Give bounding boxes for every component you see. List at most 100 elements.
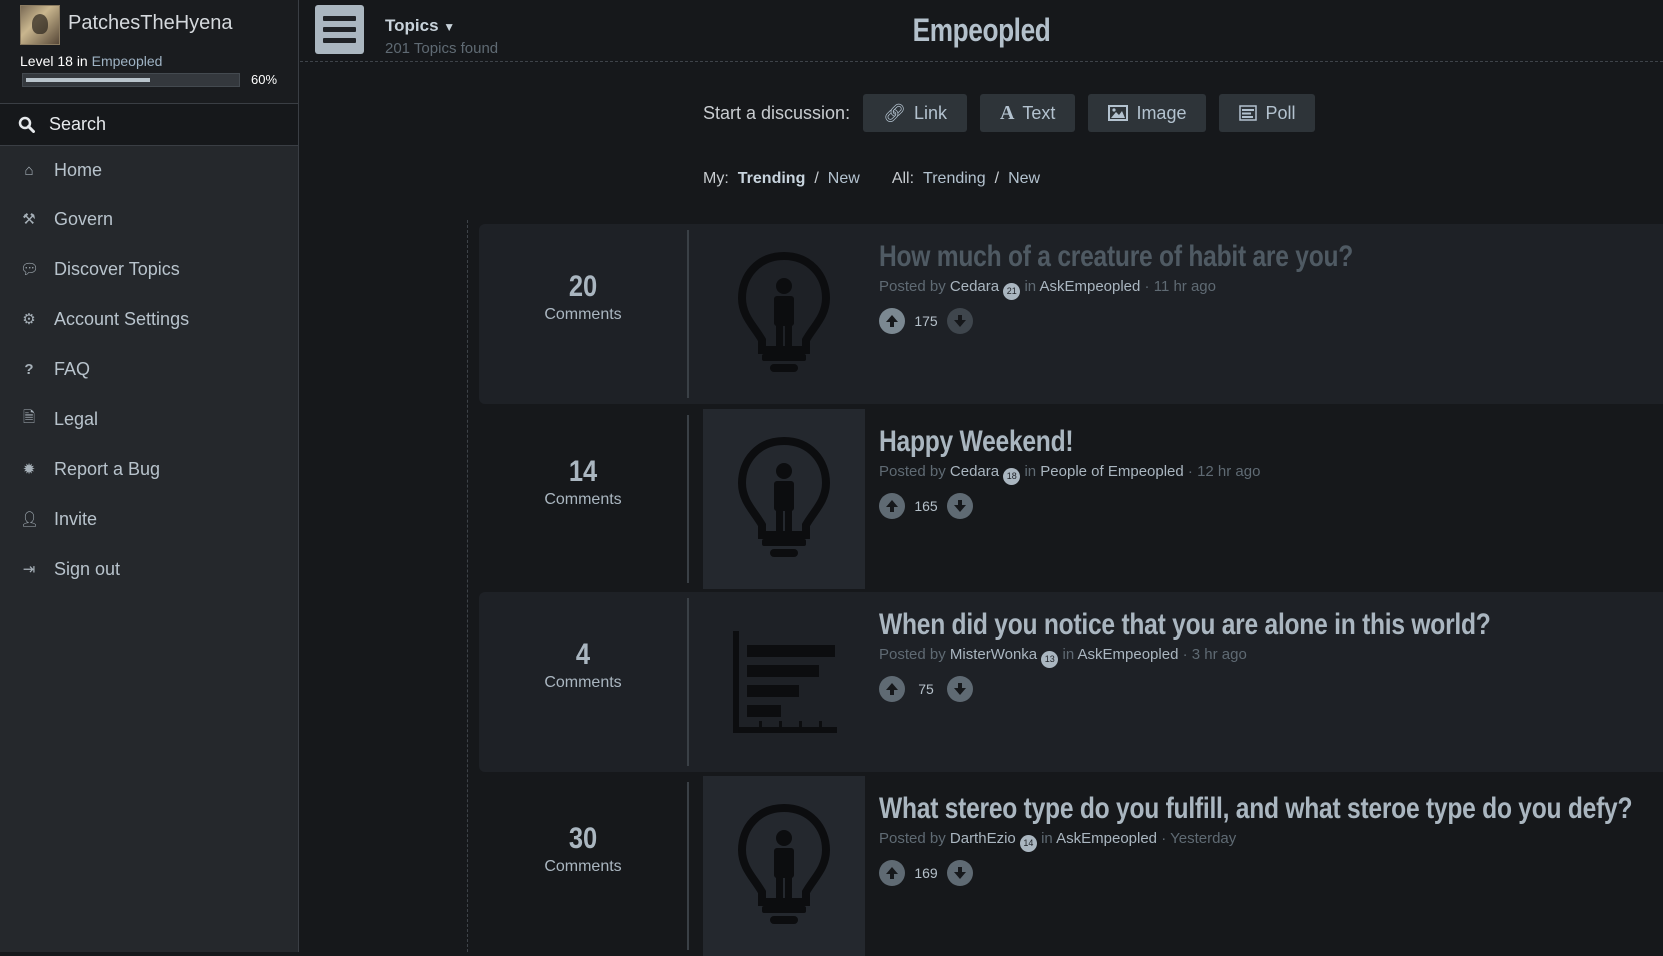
gear-icon: ⚙ [22, 311, 36, 328]
topic-meta: Posted by DarthEzio 14 in AskEmpeopled ·… [879, 830, 1663, 852]
new-poll-button[interactable]: Poll [1219, 94, 1316, 132]
top-bar: Topics ▼ 201 Topics found Empeopled [300, 0, 1663, 62]
sidebar-item-label: Report a Bug [54, 458, 161, 479]
comment-count[interactable]: 30 Comments [479, 776, 687, 956]
topic-title[interactable]: When did you notice that you are alone i… [879, 608, 1491, 642]
sidebar-item-invite[interactable]: 👤︎ Invite [0, 494, 298, 544]
post-time: · 12 hr ago [1187, 463, 1261, 480]
arrow-down-icon [954, 500, 966, 512]
sidebar-item-faq[interactable]: ? FAQ [0, 344, 298, 394]
arrow-up-icon [886, 867, 898, 879]
topic-thumbnail[interactable] [703, 409, 865, 589]
document-icon: 🗎︎ [22, 408, 36, 426]
username[interactable]: PatchesTheHyena [68, 12, 233, 35]
sort-filters: My: Trending / New All: Trending / New [703, 170, 1040, 188]
chat-bubbles-icon: 💬︎ [20, 261, 40, 278]
sidebar-item-legal[interactable]: 🗎︎ Legal [0, 394, 298, 444]
new-image-button[interactable]: Image [1088, 94, 1207, 132]
all-filter-label: All: [891, 170, 915, 187]
topic-content: How much of a creature of habit are you?… [879, 240, 1457, 334]
upvote-button[interactable] [879, 493, 905, 519]
upvote-button[interactable] [879, 676, 905, 702]
avatar[interactable] [20, 5, 60, 45]
arrow-up-icon [886, 500, 898, 512]
topic-thumbnail[interactable] [703, 224, 865, 404]
downvote-button[interactable] [947, 860, 973, 886]
sidebar-item-label: Home [54, 159, 103, 180]
comment-count[interactable]: 14 Comments [479, 409, 687, 589]
community-link[interactable]: AskEmpeopled [1039, 278, 1140, 295]
filter-gap [869, 170, 883, 188]
downvote-button[interactable] [947, 676, 973, 702]
topic-title[interactable]: How much of a creature of habit are you? [879, 240, 1353, 274]
sidebar-item-label: Discover Topics [54, 258, 180, 279]
bar-chart-icon [733, 631, 837, 733]
new-text-button[interactable]: A Text [979, 94, 1076, 132]
text-icon: A [999, 101, 1015, 124]
sidebar-item-account-settings[interactable]: ⚙ Account Settings [0, 294, 298, 344]
post-time: · Yesterday [1161, 830, 1237, 847]
user-icon: 👤︎ [20, 511, 40, 528]
xp-percent: 60% [251, 72, 278, 87]
upvote-button[interactable] [879, 308, 905, 334]
comment-count-label: Comments [544, 674, 622, 691]
search-button[interactable]: Search [0, 104, 298, 146]
author-link[interactable]: Cedara [950, 278, 999, 295]
comment-count-label: Comments [544, 858, 622, 875]
sidebar: PatchesTheHyena Level 18 in Empeopled 60… [0, 0, 299, 952]
new-link-button[interactable]: 🔗︎ Link [863, 94, 967, 132]
post-time: · 11 hr ago [1144, 278, 1216, 295]
topic-card[interactable]: 30 Comments What stereo type do you fulf… [479, 776, 1663, 956]
level-label: Level 18 in [20, 53, 88, 69]
community-link[interactable]: AskEmpeopled [1056, 830, 1157, 847]
in-label: in [1024, 278, 1037, 295]
home-icon: ⌂ [24, 161, 34, 179]
topic-card[interactable]: 14 Comments Happy Weekend! Posted by Ced… [479, 409, 1663, 589]
author-link[interactable]: MisterWonka [950, 646, 1037, 663]
hamburger-icon-line [323, 27, 356, 32]
topic-title[interactable]: Happy Weekend! [879, 425, 1192, 459]
start-discussion-bar: Start a discussion: 🔗︎ Link A Text Image… [703, 94, 1328, 132]
comment-count-number: 30 [568, 822, 598, 855]
sidebar-item-sign-out[interactable]: ⇥ Sign out [0, 544, 298, 594]
search-icon [18, 116, 35, 133]
comment-count-label: Comments [544, 306, 622, 323]
search-label: Search [49, 114, 107, 134]
author-link[interactable]: DarthEzio [950, 830, 1016, 847]
in-label: in [1024, 463, 1037, 480]
user-level-badge: 21 [1003, 283, 1021, 300]
comment-count[interactable]: 20 Comments [479, 224, 687, 404]
sidebar-item-discover-topics[interactable]: 💬︎ Discover Topics [0, 244, 298, 294]
sidebar-item-govern[interactable]: ⚒ Govern [0, 194, 298, 244]
level-community-link[interactable]: Empeopled [92, 53, 163, 69]
in-label: in [1062, 646, 1075, 663]
menu-toggle-button[interactable] [315, 5, 364, 54]
comment-count[interactable]: 4 Comments [479, 592, 687, 772]
author-link[interactable]: Cedara [950, 463, 999, 480]
gavel-icon: ⚒ [22, 211, 36, 228]
downvote-button[interactable] [947, 308, 973, 334]
community-link[interactable]: People of Empeopled [1040, 463, 1183, 480]
xp-progress-bar [22, 73, 240, 87]
my-trending-link[interactable]: Trending [738, 170, 806, 188]
topic-card[interactable]: 4 Comments When did you notice that you … [479, 592, 1663, 772]
upvote-button[interactable] [879, 860, 905, 886]
topic-title[interactable]: What stereo type do you fulfill, and wha… [879, 792, 1633, 826]
posted-by-label: Posted by [879, 646, 946, 663]
downvote-button[interactable] [947, 493, 973, 519]
my-new-link[interactable]: New [828, 170, 860, 188]
topic-thumbnail[interactable] [703, 776, 865, 956]
new-link-label: Link [913, 102, 947, 123]
hamburger-icon [323, 16, 356, 21]
sidebar-item-home[interactable]: ⌂ Home [0, 146, 298, 194]
all-new-link[interactable]: New [1008, 170, 1040, 188]
vote-score: 169 [914, 865, 938, 881]
community-link[interactable]: AskEmpeopled [1078, 646, 1179, 663]
topic-thumbnail[interactable] [703, 592, 865, 772]
new-text-label: Text [1022, 102, 1056, 123]
all-trending-link[interactable]: Trending [923, 170, 986, 188]
filter-separator: / [814, 170, 819, 187]
divider [687, 415, 689, 583]
topic-card[interactable]: 20 Comments How much of a creature of ha… [479, 224, 1663, 404]
sidebar-item-report-bug[interactable]: ✹ Report a Bug [0, 444, 298, 494]
